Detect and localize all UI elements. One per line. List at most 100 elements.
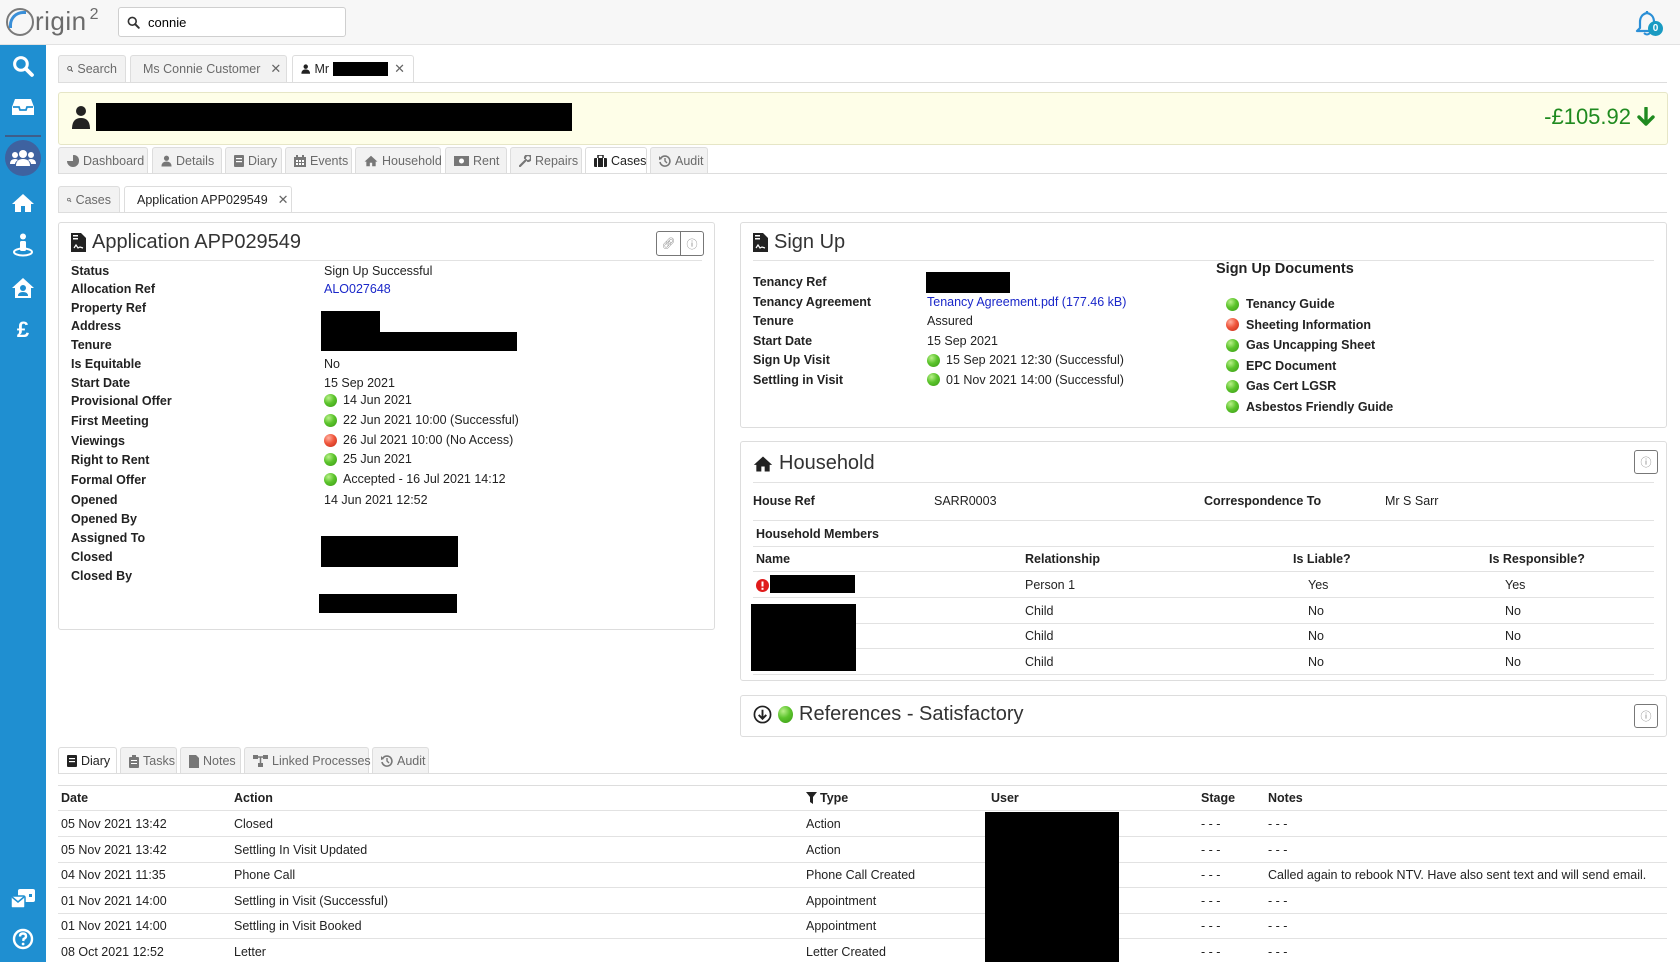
field-label: Viewings (71, 434, 125, 448)
main-tab-audit[interactable]: Audit (650, 147, 708, 174)
users-icon (10, 150, 36, 166)
member-liable: No (1308, 603, 1324, 618)
notifications-button[interactable]: 0 (1634, 9, 1664, 39)
close-tab-icon[interactable]: ✕ (278, 192, 289, 208)
sidebar-item-locations[interactable] (0, 227, 46, 263)
field-label: Opened (71, 493, 118, 507)
help-button[interactable]: ⓘ (680, 232, 703, 255)
sidebar-item-help[interactable] (0, 921, 46, 957)
main-tab-cases[interactable]: Cases (585, 147, 647, 174)
global-search-input[interactable] (148, 14, 328, 30)
sign-up-document: Tenancy Guide (1226, 297, 1335, 311)
field-link[interactable]: ALO027648 (324, 282, 391, 296)
diary-type: Action (806, 842, 841, 857)
sign-up-document: Sheeting Information (1226, 318, 1371, 332)
household-help-button[interactable]: ⓘ (1634, 450, 1658, 474)
diary-row[interactable]: 05 Nov 2021 13:42 Settling In Visit Updat… (58, 838, 1667, 863)
global-search[interactable] (118, 7, 346, 37)
account-balance[interactable]: -£105.92 (1544, 104, 1655, 130)
bottom-tab-audit[interactable]: Audit (372, 747, 429, 774)
col-type-label: Type (820, 791, 849, 805)
app-logo[interactable]: rigin 2 (6, 6, 99, 37)
main-tab-repairs[interactable]: Repairs (510, 147, 582, 174)
diary-row[interactable]: 08 Oct 2021 12:52 Letter Letter Created - -… (58, 940, 1667, 962)
household-member-row[interactable]: Child No No (753, 650, 1654, 675)
diary-row[interactable]: 05 Nov 2021 13:42 Closed Action - - - - - - (58, 812, 1667, 837)
document-label: EPC Document (1246, 358, 1337, 373)
col-type[interactable]: Type (806, 791, 848, 805)
field-value[interactable]: Tenancy Agreement.pdf (177.46 kB) (927, 295, 1126, 309)
close-tab-icon[interactable]: ✕ (394, 61, 405, 77)
expand-circle-icon[interactable] (753, 705, 772, 724)
col-action[interactable]: Action (234, 791, 273, 805)
diary-stage: - - - (1201, 944, 1221, 959)
case-tab-application[interactable]: Application APP029549 ✕ (124, 186, 292, 213)
copy-link-button[interactable]: 🔗︎ (657, 232, 680, 255)
sidebar-item-customers[interactable] (0, 140, 46, 176)
references-help-button[interactable]: ⓘ (1634, 704, 1658, 728)
sidebar-item-properties[interactable] (0, 185, 46, 221)
diary-row[interactable]: 04 Nov 2021 11:35 Phone Call Phone Call Cr… (58, 863, 1667, 888)
bottom-tab-tasks[interactable]: Tasks (120, 747, 177, 774)
main-tab-household[interactable]: Household (355, 147, 442, 174)
record-tab-connie-customer[interactable]: Ms Connie Customer ✕ (130, 55, 287, 82)
member-responsible: No (1505, 603, 1521, 618)
col-stage[interactable]: Stage (1201, 791, 1235, 805)
sidebar-item-tenancies[interactable] (0, 270, 46, 306)
main-tab-events[interactable]: Events (285, 147, 352, 174)
main-tab-label: Events (310, 154, 349, 168)
member-liable: Yes (1308, 578, 1329, 592)
col-user[interactable]: User (991, 791, 1019, 805)
diary-row[interactable]: 01 Nov 2021 14:00 Settling in Visit (Succ… (58, 889, 1667, 914)
diary-stage: - - - (1201, 893, 1221, 908)
member-relationship: Person 1 (1025, 578, 1076, 592)
sidebar-divider (5, 135, 41, 137)
field-link[interactable]: Tenancy Agreement.pdf (177.46 kB) (927, 295, 1126, 309)
question-circle-icon: ⓘ (686, 238, 698, 251)
status-green-icon (1226, 400, 1239, 413)
field-value: Assured (927, 314, 973, 328)
main-tab-rent[interactable]: Rent (445, 147, 507, 174)
field-value: 25 Jun 2021 (324, 452, 412, 466)
main-tabs-baseline (58, 173, 1667, 174)
field-text: 26 Jul 2021 10:00 (No Access) (343, 433, 514, 447)
correspondence-label: Correspondence To (1204, 494, 1322, 508)
household-member-row[interactable]: Person 1 Yes Yes (753, 573, 1654, 598)
diary-row[interactable]: 01 Nov 2021 14:00 Settling in Visit Booke… (58, 914, 1667, 939)
close-tab-icon[interactable]: ✕ (270, 61, 281, 77)
diary-date: 08 Oct 2021 12:52 (61, 944, 164, 959)
household-member-row[interactable]: Child No No (753, 599, 1654, 624)
record-tab-search[interactable]: Search (58, 55, 126, 82)
briefcase-icon (594, 155, 607, 167)
top-bar: rigin 2 0 (0, 0, 1680, 45)
logo-signal-icon (6, 8, 34, 36)
bottom-tab-diary[interactable]: Diary (58, 747, 117, 774)
field-label: Tenure (71, 338, 112, 352)
status-green-icon (927, 353, 940, 367)
document-label: Gas Cert LGSR (1246, 379, 1337, 393)
main-tab-diary[interactable]: Diary (225, 147, 282, 174)
field-label: Tenancy Ref (753, 275, 827, 289)
field-text: 25 Jun 2021 (343, 452, 412, 466)
col-notes[interactable]: Notes (1268, 791, 1303, 805)
bottom-tab-linked-processes[interactable]: Linked Processes (244, 747, 371, 774)
redacted-customer-name (96, 103, 572, 131)
record-tab-current-customer[interactable]: Mr ✕ (292, 55, 414, 82)
redacted-name (333, 62, 389, 76)
field-value[interactable]: ALO027648 (324, 282, 391, 296)
references-panel[interactable]: References - Satisfactory ⓘ (740, 695, 1667, 737)
main-tab-dashboard[interactable]: Dashboard (58, 147, 148, 174)
sidebar-item-communications[interactable] (0, 881, 46, 917)
bottom-tab-notes[interactable]: Notes (180, 747, 241, 774)
filter-icon[interactable] (806, 792, 817, 804)
sidebar-item-finance[interactable]: £ (0, 312, 46, 348)
household-member-row[interactable]: Child No No (753, 624, 1654, 649)
question-circle-icon: ⓘ (1640, 711, 1652, 723)
col-date[interactable]: Date (61, 791, 88, 805)
sidebar-item-search[interactable] (0, 48, 46, 84)
case-tab-cases[interactable]: Cases (58, 186, 120, 213)
main-tab-details[interactable]: Details (152, 147, 222, 174)
sidebar-item-inbox[interactable] (0, 89, 46, 125)
household-col-header: Is Responsible? (1489, 552, 1585, 566)
sidebar: £ (0, 45, 46, 962)
